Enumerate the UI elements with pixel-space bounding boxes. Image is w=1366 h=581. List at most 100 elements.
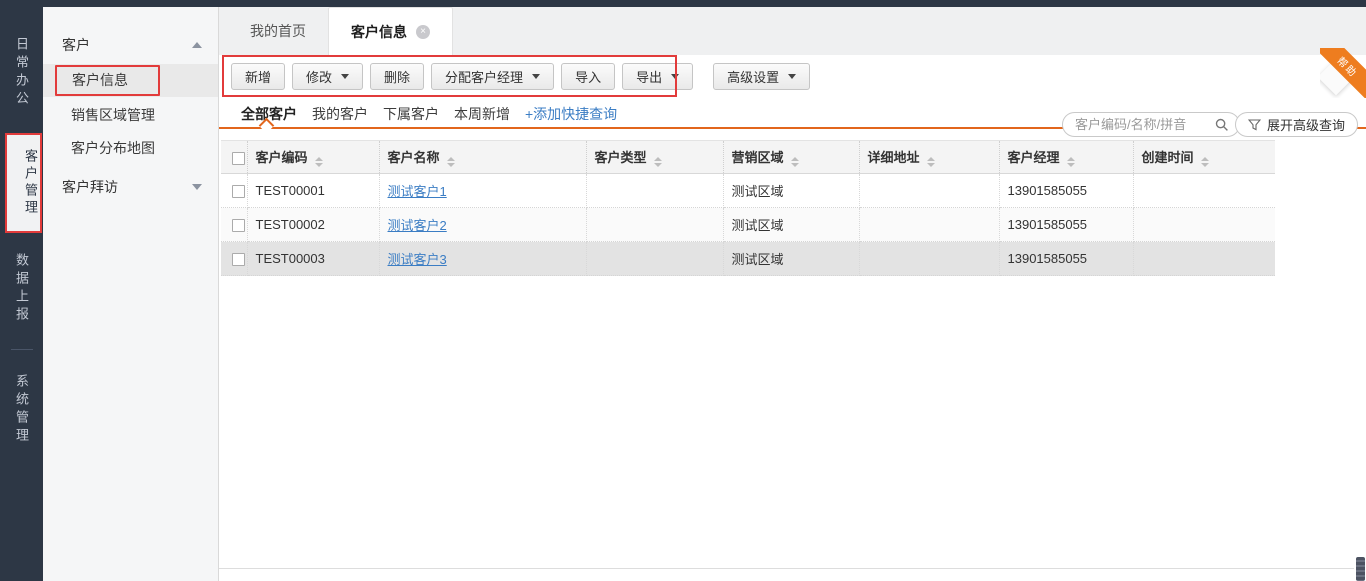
menu-item-label: 客户分布地图 [71, 138, 155, 158]
cell-detailed-address [859, 174, 999, 208]
cell-customer-manager: 13901585055 [999, 242, 1133, 276]
customer-table: 客户编码 客户名称 客户类型 营销区域 详细地址 客户经理 创建时间 TEST0… [221, 140, 1275, 276]
menu-group-customer-visit[interactable]: 客户拜访 [43, 171, 218, 203]
header-select-all [221, 141, 247, 174]
bottom-divider [219, 568, 1354, 569]
sort-icon[interactable] [315, 157, 323, 167]
column-label: 客户编码 [256, 150, 308, 165]
cell-customer-name: 测试客户1 [379, 174, 586, 208]
column-label: 营销区域 [732, 150, 784, 165]
header-detailed-address[interactable]: 详细地址 [859, 141, 999, 174]
export-button[interactable]: 导出 [622, 63, 693, 90]
button-label: 修改 [306, 67, 332, 86]
sort-icon[interactable] [447, 157, 455, 167]
left-nav-rail: 日常办公 客户管理 数据上报 系统管理 [0, 7, 43, 581]
rail-item-daily-office[interactable]: 日常办公 [12, 27, 31, 119]
collapse-down-icon [192, 184, 202, 190]
search-icon[interactable] [1215, 118, 1229, 132]
table-row[interactable]: TEST00002 测试客户2 测试区域 13901585055 [221, 208, 1275, 242]
column-label: 客户名称 [388, 150, 440, 165]
menu-item-label: 销售区域管理 [71, 105, 155, 125]
row-checkbox[interactable] [232, 253, 245, 266]
table-header-row: 客户编码 客户名称 客户类型 营销区域 详细地址 客户经理 创建时间 [221, 141, 1275, 174]
button-label: 删除 [384, 67, 410, 86]
sort-icon[interactable] [791, 157, 799, 167]
header-customer-name[interactable]: 客户名称 [379, 141, 586, 174]
advanced-settings-button[interactable]: 高级设置 [713, 63, 810, 90]
column-label: 创建时间 [1142, 150, 1194, 165]
cell-select [221, 174, 247, 208]
add-button[interactable]: 新增 [231, 63, 285, 90]
edit-button[interactable]: 修改 [292, 63, 363, 90]
tab-label: 我的首页 [250, 21, 306, 41]
rail-item-customer-mgmt[interactable]: 客户管理 [5, 133, 42, 233]
annotation-red-box: 客户信息 [55, 65, 160, 96]
customer-name-link[interactable]: 测试客户3 [388, 252, 447, 267]
tab-customer-info[interactable]: 客户信息 × [328, 7, 453, 55]
cell-customer-manager: 13901585055 [999, 174, 1133, 208]
cell-customer-code: TEST00002 [247, 208, 379, 242]
menu-item-customer-info[interactable]: 客户信息 [43, 64, 218, 97]
menu-item-customer-map[interactable]: 客户分布地图 [43, 133, 218, 163]
tab-label: 客户信息 [351, 22, 407, 42]
menu-item-sales-region[interactable]: 销售区域管理 [43, 100, 218, 130]
cell-customer-type [586, 208, 723, 242]
cell-customer-name: 测试客户2 [379, 208, 586, 242]
header-customer-code[interactable]: 客户编码 [247, 141, 379, 174]
sort-icon[interactable] [927, 157, 935, 167]
customer-name-link[interactable]: 测试客户1 [388, 184, 447, 199]
filter-section: 全部客户 我的客户 下属客户 本周新增 +添加快捷查询 展开高级查询 [219, 98, 1366, 140]
tab-my-home[interactable]: 我的首页 [228, 7, 328, 55]
header-created-time[interactable]: 创建时间 [1133, 141, 1275, 174]
vertical-scrollbar-thumb[interactable] [1356, 557, 1365, 581]
table-row[interactable]: TEST00003 测试客户3 测试区域 13901585055 [221, 242, 1275, 276]
cell-customer-name: 测试客户3 [379, 242, 586, 276]
cell-marketing-region: 测试区域 [723, 208, 859, 242]
button-label: 导入 [575, 67, 601, 86]
rail-item-data-report[interactable]: 数据上报 [12, 243, 31, 335]
tab-close-icon[interactable]: × [416, 25, 430, 39]
menu-group-label: 客户拜访 [62, 177, 192, 197]
cell-customer-code: TEST00001 [247, 174, 379, 208]
header-customer-type[interactable]: 客户类型 [586, 141, 723, 174]
header-marketing-region[interactable]: 营销区域 [723, 141, 859, 174]
delete-button[interactable]: 删除 [370, 63, 424, 90]
filter-tab-new-this-week[interactable]: 本周新增 [454, 102, 510, 126]
top-dark-strip [0, 0, 1366, 7]
sort-icon[interactable] [1067, 157, 1075, 167]
cell-customer-code: TEST00003 [247, 242, 379, 276]
cell-marketing-region: 测试区域 [723, 174, 859, 208]
column-label: 客户类型 [595, 150, 647, 165]
dropdown-caret-icon [341, 74, 349, 79]
button-label: 高级设置 [727, 67, 779, 86]
rail-item-system-mgmt[interactable]: 系统管理 [12, 364, 31, 456]
filter-tab-subordinate-customers[interactable]: 下属客户 [383, 102, 439, 126]
import-button[interactable]: 导入 [561, 63, 615, 90]
row-checkbox[interactable] [232, 185, 245, 198]
customer-search-input[interactable] [1075, 117, 1215, 132]
row-checkbox[interactable] [232, 219, 245, 232]
filter-funnel-icon [1248, 119, 1261, 131]
cell-customer-type [586, 242, 723, 276]
select-all-checkbox[interactable] [232, 152, 245, 165]
cell-created-time [1133, 208, 1275, 242]
menu-group-customer[interactable]: 客户 [43, 29, 218, 61]
cell-marketing-region: 测试区域 [723, 242, 859, 276]
cell-created-time [1133, 242, 1275, 276]
assign-manager-button[interactable]: 分配客户经理 [431, 63, 554, 90]
filter-tab-my-customers[interactable]: 我的客户 [312, 102, 368, 126]
cell-customer-type [586, 174, 723, 208]
customer-name-link[interactable]: 测试客户2 [388, 218, 447, 233]
expand-advanced-query-button[interactable]: 展开高级查询 [1235, 112, 1358, 137]
column-label: 客户经理 [1008, 150, 1060, 165]
cell-select [221, 242, 247, 276]
add-quick-query-link[interactable]: +添加快捷查询 [525, 102, 617, 126]
sort-icon[interactable] [1201, 157, 1209, 167]
header-customer-manager[interactable]: 客户经理 [999, 141, 1133, 174]
dropdown-caret-icon [532, 74, 540, 79]
app-window: 日常办公 客户管理 数据上报 系统管理 客户 客户信息 销售区域管理 客户分布地… [0, 0, 1366, 581]
table-row[interactable]: TEST00001 测试客户1 测试区域 13901585055 [221, 174, 1275, 208]
cell-customer-manager: 13901585055 [999, 208, 1133, 242]
menu-group-label: 客户 [62, 35, 192, 55]
sort-icon[interactable] [654, 157, 662, 167]
